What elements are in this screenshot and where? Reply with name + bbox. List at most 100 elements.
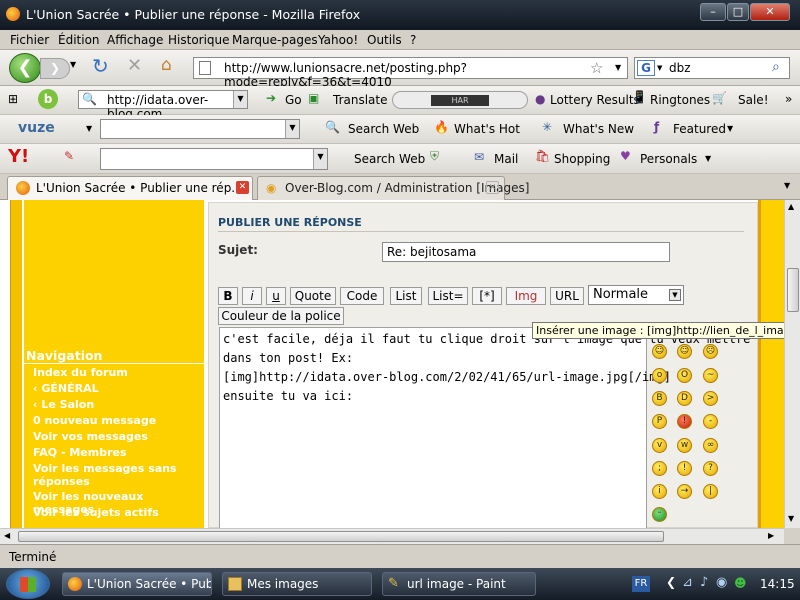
italic-button[interactable]: i [242, 287, 262, 305]
font-color-button[interactable]: Couleur de la police [218, 307, 344, 325]
underline-button[interactable]: u [266, 287, 286, 305]
sidebar-item-general[interactable]: ‹ GÉNÉRAL [33, 382, 99, 395]
idea-icon[interactable]: i [652, 484, 667, 499]
vertical-scrollbar[interactable]: ▲ ▼ [784, 200, 800, 528]
mail-link[interactable]: Mail [494, 152, 518, 166]
bookmark-star-icon[interactable]: ☆ [590, 59, 603, 77]
search-engine-icon[interactable]: G [637, 60, 655, 76]
close-window-button[interactable]: ✕ [750, 3, 790, 21]
sidebar-item-your-messages[interactable]: Voir vos messages [33, 430, 148, 443]
featured-dropdown-icon[interactable]: ▼ [727, 124, 733, 133]
lottery-results-link[interactable]: Lottery Results [550, 93, 640, 107]
shocked-icon[interactable]: O [677, 368, 692, 383]
sidebar-item-index[interactable]: Index du forum [33, 366, 128, 379]
happy-icon[interactable]: ☺ [677, 344, 692, 359]
b-addon-icon[interactable]: b [38, 89, 58, 109]
mad-icon[interactable]: > [703, 391, 718, 406]
search-icon[interactable]: ⌕ [772, 59, 780, 75]
message-textarea[interactable]: c'est facile, déja il faut tu clique dro… [219, 327, 750, 528]
stop-icon[interactable]: ✕ [127, 55, 142, 76]
toolbar-plus-icon[interactable]: ⊞ [8, 92, 18, 106]
img-button[interactable]: Img [506, 287, 546, 305]
whats-hot-link[interactable]: What's Hot [454, 122, 520, 136]
toolbar-overflow-icon[interactable]: » [785, 92, 792, 106]
shopping-link[interactable]: Shopping [554, 152, 610, 166]
font-size-select[interactable]: Normale ▼ [588, 285, 684, 305]
back-button[interactable]: ❮ [9, 53, 41, 83]
surprised-icon[interactable]: o [652, 368, 667, 383]
go-arrow-icon[interactable]: ➔ [266, 91, 276, 105]
close-tab-icon[interactable]: ✕ [236, 181, 249, 194]
maximize-button[interactable]: □ [727, 3, 749, 21]
shield-icon[interactable]: ⛨ [430, 149, 439, 164]
neutral-icon[interactable]: | [703, 484, 718, 499]
language-indicator[interactable]: FR [632, 576, 650, 592]
sidebar-item-active-topics[interactable]: Voir les sujets actifs [33, 506, 159, 519]
list-item-button[interactable]: [*] [472, 287, 502, 305]
confused-icon[interactable]: ~ [703, 368, 718, 383]
arrow-icon[interactable]: → [677, 484, 692, 499]
scroll-left-icon[interactable]: ◀ [4, 531, 10, 540]
ringtones-link[interactable]: Ringtones [650, 93, 710, 107]
addon-url-dropdown-icon[interactable]: ▼ [233, 91, 247, 108]
vuze-search-web-button[interactable]: Search Web [348, 122, 419, 136]
personals-link[interactable]: Personals [640, 152, 697, 166]
go-button[interactable]: Go [285, 93, 302, 107]
search-input[interactable]: dbz [669, 61, 691, 75]
url-button[interactable]: URL [550, 287, 584, 305]
featured-link[interactable]: Featured [673, 122, 726, 136]
minimize-button[interactable]: – [700, 3, 726, 21]
messenger-icon[interactable]: ☻ [734, 576, 747, 590]
whats-new-link[interactable]: What's New [563, 122, 634, 136]
sale-link[interactable]: Sale! [738, 93, 769, 107]
horizontal-scroll-thumb[interactable] [18, 531, 664, 542]
vuze-search-field[interactable]: ▼ [100, 119, 300, 139]
menu-historique[interactable]: Historique [168, 33, 230, 47]
taskbar-mes-images[interactable]: Mes images [222, 572, 372, 596]
vuze-menu-dropdown-icon[interactable]: ▼ [86, 124, 92, 133]
menu-help[interactable]: ? [410, 33, 416, 47]
scroll-up-icon[interactable]: ▲ [788, 202, 794, 211]
tab-union-sacree[interactable]: L'Union Sacrée • Publier une rép... ✕ [7, 176, 253, 200]
history-dropdown-icon[interactable]: ▼ [70, 60, 76, 69]
vertical-scroll-thumb[interactable] [787, 268, 799, 312]
sidebar-item-faq[interactable]: FAQ - Membres [33, 446, 127, 459]
mrgreen-icon[interactable]: ᵕ [652, 507, 667, 522]
sidebar-item-salon[interactable]: ‹ Le Salon [33, 398, 94, 411]
menu-yahoo[interactable]: Yahoo! [318, 33, 358, 47]
cool-icon[interactable]: B [652, 391, 667, 406]
smile-icon[interactable]: ☺ [652, 344, 667, 359]
reload-icon[interactable]: ↻ [92, 54, 109, 78]
tab-over-blog[interactable]: ◉ Over-Blog.com / Administration [Images… [257, 176, 529, 200]
tray-app-icon[interactable]: ◉ [716, 575, 727, 590]
clock[interactable]: 14:15 [760, 577, 795, 591]
volume-icon[interactable]: ♪ [700, 575, 708, 590]
translate-button[interactable]: Translate [333, 93, 388, 107]
taskbar-firefox[interactable]: L'Union Sacrée • Publi... [62, 572, 212, 596]
subject-input[interactable]: Re: bejitosama [382, 242, 670, 262]
pencil-icon[interactable]: ✎ [64, 149, 74, 163]
close-tab-icon[interactable]: ✕ [486, 181, 499, 194]
razz-icon[interactable]: P [652, 414, 667, 429]
addon-url-field[interactable]: 🔍 http://idata.over-blog.com ▼ [78, 90, 248, 121]
twisted-icon[interactable]: w [677, 438, 692, 453]
menu-fichier[interactable]: Fichier [10, 33, 49, 47]
search-engine-dropdown-icon[interactable]: ▼ [657, 64, 662, 72]
tab-list-dropdown-icon[interactable]: ▼ [784, 181, 790, 190]
embarrassed-icon[interactable]: - [703, 414, 718, 429]
personals-dropdown-icon[interactable]: ▼ [705, 154, 711, 163]
menu-marque-pages[interactable]: Marque-pages [232, 33, 318, 47]
exclaim-icon[interactable]: ! [677, 461, 692, 476]
taskbar-paint[interactable]: ✎ url image - Paint [382, 572, 536, 596]
quote-button[interactable]: Quote [290, 287, 336, 305]
vuze-search-dropdown-icon[interactable]: ▼ [285, 120, 299, 138]
laugh-icon[interactable]: D [677, 391, 692, 406]
media-player-widget[interactable]: HAR [392, 91, 528, 109]
wink-icon[interactable]: ; [652, 461, 667, 476]
question-icon[interactable]: ? [703, 461, 718, 476]
menu-edition[interactable]: Édition [58, 33, 100, 47]
code-button[interactable]: Code [340, 287, 384, 305]
yahoo-search-field[interactable]: ▼ [100, 148, 328, 170]
rolleyes-icon[interactable]: ∞ [703, 438, 718, 453]
sad-icon[interactable]: ☹ [703, 344, 718, 359]
